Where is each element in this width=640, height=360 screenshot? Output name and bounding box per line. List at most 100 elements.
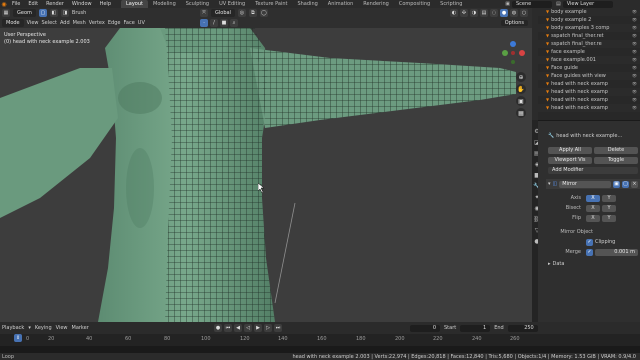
editor-type-icon[interactable]: ▦ — [2, 9, 10, 17]
options-dropdown[interactable]: Options — [500, 20, 528, 26]
tab-compositing[interactable]: Compositing — [394, 0, 435, 8]
outliner-row[interactable]: ▼ head with neck examp 👁 — [538, 88, 640, 96]
playhead[interactable]: 0 — [14, 334, 22, 342]
menu-window[interactable]: Window — [68, 0, 96, 8]
outliner-row[interactable]: ▼ head with neck examp 👁 — [538, 80, 640, 88]
select-box-icon[interactable]: ▢ — [38, 9, 47, 17]
blender-logo-icon[interactable]: ◉ — [0, 0, 8, 8]
menu-uv[interactable]: UV — [138, 20, 145, 26]
add-modifier-button[interactable]: Add Modifier — [548, 166, 638, 174]
eye-icon[interactable]: 👁 — [632, 96, 637, 104]
snap-icon[interactable]: ⧉ — [248, 9, 257, 17]
playback-menu[interactable]: Playback — [2, 325, 24, 331]
tab-modeling[interactable]: Modeling — [148, 0, 181, 8]
transform-orientation-dropdown[interactable]: Global — [211, 9, 235, 17]
vertex-select-icon[interactable]: · — [200, 19, 208, 27]
view-layer-field[interactable]: View Layer — [562, 0, 613, 8]
view-menu[interactable]: View — [56, 325, 68, 331]
bisect-x-toggle[interactable]: X — [586, 204, 600, 212]
outliner-row[interactable]: ▼ Face guides with view 👁 — [538, 72, 640, 80]
overlay-icon[interactable]: ◑ — [470, 9, 478, 17]
menu-help[interactable]: Help — [96, 0, 115, 8]
xray-icon[interactable]: ▤ — [480, 9, 488, 17]
outliner-row[interactable]: ▼ sspatch final_ther.re 👁 — [538, 40, 640, 48]
pivot-icon[interactable]: ◎ — [237, 9, 246, 17]
outliner-row[interactable]: ▼ body example 2 👁 — [538, 16, 640, 24]
menu-mesh[interactable]: Mesh — [73, 20, 86, 26]
timeline-track[interactable] — [0, 346, 640, 353]
play-icon[interactable]: ▶ — [254, 324, 262, 332]
outliner-row[interactable]: ▼ head with neck examp 👁 — [538, 104, 640, 112]
wireframe-shading-icon[interactable]: ◌ — [490, 9, 498, 17]
close-icon[interactable]: × — [631, 180, 638, 188]
eye-icon[interactable]: 👁 — [632, 64, 637, 72]
play-reverse-icon[interactable]: ◁ — [244, 324, 252, 332]
navigation-gizmo[interactable] — [500, 38, 526, 68]
realtime-toggle-icon[interactable]: ▢ — [622, 180, 629, 188]
current-frame-field[interactable]: 0 — [410, 324, 440, 332]
menu-face[interactable]: Face — [123, 20, 134, 26]
start-frame-field[interactable]: 1 — [460, 324, 491, 332]
apply-all-button[interactable]: Apply All — [548, 146, 592, 154]
zoom-icon[interactable]: ⊕ — [516, 72, 526, 82]
outliner-row[interactable]: ▼ face example.001 👁 — [538, 56, 640, 64]
flip-x-toggle[interactable]: X — [586, 214, 600, 222]
menu-add[interactable]: Add — [60, 20, 70, 26]
menu-select[interactable]: Select — [42, 20, 57, 26]
end-frame-field[interactable]: 250 — [507, 324, 538, 332]
keying-menu[interactable]: Keying — [35, 325, 52, 331]
outliner-row[interactable]: ▼ head with neck examp 👁 — [538, 96, 640, 104]
clipping-checkbox[interactable]: ✓ — [586, 238, 593, 246]
bisect-y-toggle[interactable]: Y — [602, 204, 616, 212]
menu-edge[interactable]: Edge — [108, 20, 121, 26]
collapse-icon[interactable]: ▾ — [548, 181, 551, 187]
search-icon[interactable]: ⌕ — [230, 19, 238, 27]
axis-x-toggle[interactable]: X — [586, 194, 600, 202]
3d-viewport[interactable]: User Perspective (0) head with neck exam… — [0, 28, 532, 322]
next-keyframe-icon[interactable]: ▷ — [264, 324, 272, 332]
tab-rendering[interactable]: Rendering — [358, 0, 394, 8]
perspective-toggle-icon[interactable]: ▦ — [516, 108, 526, 118]
prev-keyframe-icon[interactable]: ◀ — [234, 324, 242, 332]
expand-icon[interactable]: ▸ — [548, 261, 551, 267]
tab-layout[interactable]: Layout — [121, 0, 148, 8]
eye-icon[interactable]: 👁 — [632, 88, 637, 96]
select-extend-icon[interactable]: ◧ — [49, 9, 58, 17]
eye-icon[interactable]: 👁 — [632, 48, 637, 56]
menu-render[interactable]: Render — [42, 0, 68, 8]
eye-icon[interactable]: 👁 — [632, 16, 637, 24]
menu-vertex[interactable]: Vertex — [89, 20, 105, 26]
proportional-editing-icon[interactable]: ◯ — [259, 9, 268, 17]
tab-shading[interactable]: Shading — [292, 0, 322, 8]
menu-view[interactable]: View — [27, 20, 39, 26]
marker-menu[interactable]: Marker — [72, 325, 89, 331]
tab-animation[interactable]: Animation — [323, 0, 359, 8]
mode-dropdown[interactable]: Mode — [2, 19, 24, 27]
toggle-button[interactable]: Toggle — [594, 156, 638, 164]
outliner-row[interactable]: ▼ Face guide 👁 — [538, 64, 640, 72]
modifier-name-field[interactable]: Mirror — [559, 180, 611, 188]
eye-icon[interactable]: 👁 — [632, 8, 637, 16]
tab-sculpting[interactable]: Sculpting — [181, 0, 214, 8]
camera-view-icon[interactable]: ▣ — [516, 96, 526, 106]
timeline-ruler[interactable]: 0 20 40 60 80 100 120 140 160 180 200 22… — [0, 334, 640, 346]
outliner-row[interactable]: ▼ sspatch final_ther.ret 👁 — [538, 32, 640, 40]
pan-hand-icon[interactable]: ✋ — [516, 84, 526, 94]
gizmo-icon[interactable]: ✣ — [460, 9, 468, 17]
merge-checkbox[interactable]: ✓ — [586, 248, 593, 256]
jump-start-icon[interactable]: ⏮ — [224, 324, 232, 332]
eye-icon[interactable]: 👁 — [632, 24, 637, 32]
face-select-icon[interactable]: ■ — [220, 19, 228, 27]
eye-icon[interactable]: 👁 — [632, 104, 637, 112]
tab-uv-editing[interactable]: UV Editing — [214, 0, 250, 8]
scene-name-field[interactable]: Scene — [512, 0, 552, 8]
solid-shading-icon[interactable]: ● — [500, 9, 508, 17]
eye-icon[interactable]: 👁 — [632, 80, 637, 88]
visibility-icon[interactable]: ◐ — [450, 9, 458, 17]
data-row[interactable]: ▸ Data — [546, 259, 640, 269]
rendered-shading-icon[interactable]: ○ — [520, 9, 528, 17]
flip-y-toggle[interactable]: Y — [602, 214, 616, 222]
tab-texture-paint[interactable]: Texture Paint — [250, 0, 292, 8]
outliner-row[interactable]: ▼ body example 👁 — [538, 8, 640, 16]
eye-icon[interactable]: 👁 — [632, 32, 637, 40]
